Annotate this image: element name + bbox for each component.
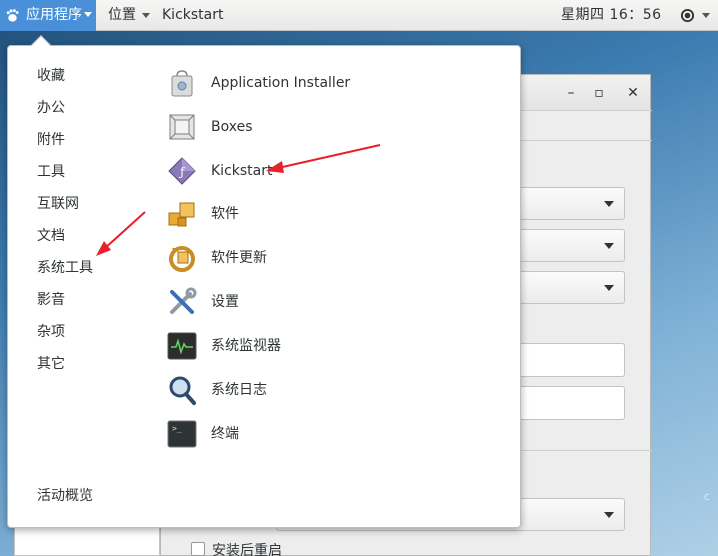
category-documents[interactable]: 文档 (37, 226, 65, 246)
settings-tools-icon (170, 287, 197, 314)
category-multimedia[interactable]: 影音 (37, 290, 65, 310)
dropdown-arrow-icon (604, 512, 614, 518)
activities-overview-link[interactable]: 活动概览 (37, 486, 93, 506)
svg-text:>_: >_ (172, 424, 182, 433)
system-log-icon (169, 376, 196, 405)
maximize-button[interactable]: ▫ (590, 84, 608, 102)
close-button[interactable]: ✕ (624, 84, 642, 102)
app-software-update[interactable]: 软件更新 (166, 241, 496, 277)
app-label: 终端 (211, 426, 239, 442)
category-other[interactable]: 其它 (37, 354, 65, 374)
software-package-icon (168, 202, 195, 227)
category-accessories[interactable]: 附件 (37, 130, 65, 150)
app-label: Application Installer (211, 75, 351, 91)
category-utilities[interactable]: 工具 (37, 162, 65, 182)
software-update-icon (169, 246, 195, 272)
app-label: 软件 (211, 206, 239, 222)
app-terminal[interactable]: >_ 终端 (166, 417, 496, 453)
category-favorites[interactable]: 收藏 (37, 66, 65, 86)
dropdown-arrow-icon (604, 243, 614, 249)
app-label: 软件更新 (211, 250, 267, 266)
app-label: 设置 (211, 294, 239, 310)
category-system-tools[interactable]: 系统工具 (37, 258, 93, 278)
app-label: 系统监视器 (211, 338, 281, 354)
reboot-after-install-label: 安装后重启 (212, 543, 282, 556)
reboot-after-install-checkbox[interactable] (191, 542, 205, 556)
category-internet[interactable]: 互联网 (37, 194, 79, 214)
dropdown-arrow-icon (604, 285, 614, 291)
app-label: Kickstart (211, 163, 273, 179)
app-system-monitor[interactable]: 系统监视器 (166, 329, 496, 365)
category-office[interactable]: 办公 (37, 98, 65, 118)
edge-text: c (704, 490, 711, 503)
window-edge-tab (0, 110, 5, 126)
minimize-button[interactable]: – (562, 84, 580, 102)
app-label: 系统日志 (211, 382, 267, 398)
app-label: Boxes (211, 119, 253, 135)
system-monitor-icon (167, 332, 197, 360)
applications-menu-label: 应用程序 (26, 7, 82, 23)
active-app-menu[interactable]: Kickstart (162, 0, 223, 31)
top-bar: 应用程序 位置 Kickstart 星期四 16：56 (0, 0, 718, 31)
power-status-icon[interactable] (680, 8, 695, 23)
gnome-foot-icon (6, 9, 19, 22)
chevron-down-icon (142, 12, 150, 18)
places-menu-label: 位置 (108, 7, 136, 23)
clock[interactable]: 星期四 16：56 (561, 0, 662, 31)
app-boxes[interactable]: Boxes (166, 110, 496, 146)
app-settings[interactable]: 设置 (166, 285, 496, 321)
category-misc[interactable]: 杂项 (37, 322, 65, 342)
app-system-log[interactable]: 系统日志 (166, 373, 496, 409)
app-application-installer[interactable]: Application Installer (166, 66, 496, 102)
chevron-down-icon (84, 12, 92, 17)
dropdown-arrow-icon (604, 201, 614, 207)
software-installer-icon (171, 70, 193, 97)
menu-pointer (31, 35, 51, 55)
kickstart-icon: ƒ (168, 157, 196, 185)
terminal-icon: >_ (167, 420, 197, 448)
boxes-icon (169, 114, 195, 140)
app-software[interactable]: 软件 (166, 197, 496, 233)
app-kickstart[interactable]: ƒ Kickstart (166, 154, 496, 190)
applications-menu-button[interactable]: 应用程序 (0, 0, 96, 31)
places-menu-button[interactable]: 位置 (108, 0, 150, 31)
chevron-down-icon[interactable] (702, 13, 710, 18)
